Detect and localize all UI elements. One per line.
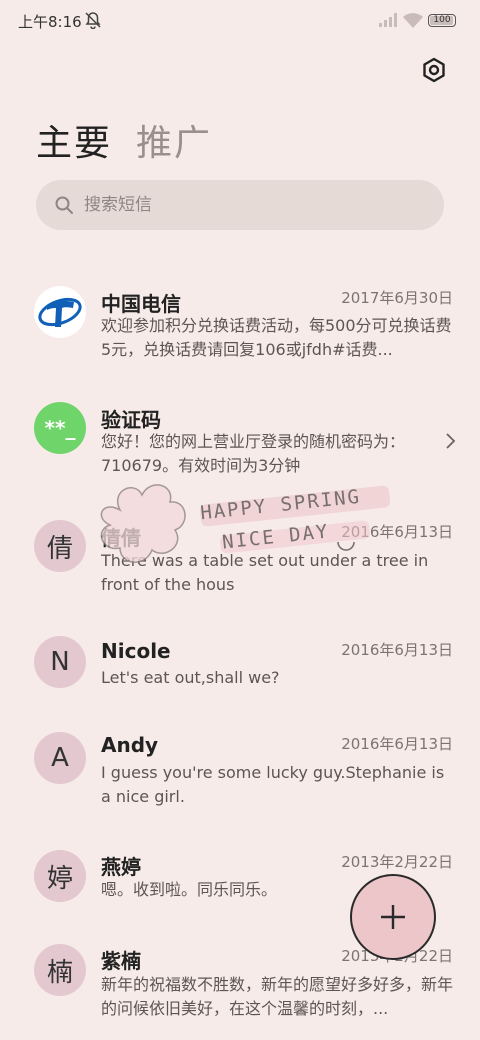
- wifi-icon: [403, 13, 423, 28]
- conversation-item[interactable]: 倩 倩倩 2016年6月13日 There was a table set ou…: [0, 518, 480, 608]
- settings-button[interactable]: [416, 52, 452, 88]
- contact-avatar: 楠: [34, 944, 86, 996]
- conversation-name: Nicole: [101, 639, 171, 663]
- conversation-preview: There was a table set out under a tree i…: [101, 551, 429, 594]
- mute-icon: [85, 12, 101, 29]
- conversation-date: 2016年6月13日: [341, 523, 453, 541]
- conversation-preview: 欢迎参加积分兑换话费活动，每500分可兑换话费5元，兑换话费请回复106或jfd…: [101, 316, 452, 359]
- new-message-button[interactable]: [350, 874, 436, 960]
- contact-avatar: A: [34, 732, 86, 784]
- conversation-item[interactable]: N Nicole 2016年6月13日 Let's eat out,shall …: [0, 636, 480, 706]
- telecom-logo-icon: [38, 297, 82, 327]
- status-bar: 上午8:16 100: [0, 0, 480, 40]
- gear-icon: [423, 57, 445, 83]
- search-input[interactable]: [84, 195, 404, 215]
- conversation-date: 2017年6月30日: [341, 289, 453, 307]
- china-telecom-logo-avatar: [34, 286, 86, 338]
- signal-icon: [379, 13, 397, 27]
- contact-avatar: N: [34, 636, 86, 688]
- search-bar[interactable]: [36, 180, 444, 230]
- verification-code-avatar: **_: [34, 402, 86, 454]
- contact-avatar: 倩: [34, 520, 86, 572]
- tab-primary[interactable]: 主要: [36, 114, 112, 166]
- plus-icon: [381, 905, 405, 929]
- conversation-name: 倩倩: [101, 526, 141, 550]
- conversation-preview: 嗯。收到啦。同乐同乐。: [101, 880, 278, 899]
- tab-bar: 主要 推广: [36, 114, 212, 166]
- battery-indicator: 100: [428, 14, 456, 27]
- conversation-date: 2013年2月22日: [341, 853, 453, 871]
- conversation-preview: 新年的祝福数不胜数，新年的愿望好多好多，新年的问候依旧美好，在这个温馨的时刻，.…: [101, 975, 454, 1018]
- chevron-right-icon[interactable]: [444, 432, 456, 450]
- conversation-item[interactable]: 中国电信 2017年6月30日 欢迎参加积分兑换话费活动，每500分可兑换话费5…: [0, 280, 480, 370]
- tab-promotions[interactable]: 推广: [136, 114, 212, 166]
- status-time: 上午8:16: [18, 13, 82, 31]
- conversation-item[interactable]: **_ 验证码 您好！您的网上营业厅登录的随机密码为：710679。有效时间为3…: [0, 400, 480, 490]
- conversation-name: 中国电信: [101, 292, 181, 316]
- conversation-name: Andy: [101, 733, 159, 757]
- conversation-name: 紫楠: [101, 949, 141, 973]
- messages-screen: 上午8:16 100 主要 推广 搜索短信 中国电信 2017年6月30日 欢迎…: [0, 0, 480, 1040]
- search-icon: [55, 196, 73, 214]
- contact-avatar: 婷: [34, 850, 86, 902]
- conversation-name: 验证码: [101, 408, 161, 432]
- conversation-preview: Let's eat out,shall we?: [101, 668, 280, 687]
- conversation-date: 2016年6月13日: [341, 641, 453, 659]
- battery-level: 100: [433, 15, 451, 25]
- conversation-item[interactable]: A Andy 2016年6月13日 I guess you're some lu…: [0, 730, 480, 820]
- conversation-preview: 您好！您的网上营业厅登录的随机密码为：710679。有效时间为3分钟: [101, 432, 406, 475]
- conversation-date: 2016年6月13日: [341, 735, 453, 753]
- conversation-name: 燕婷: [101, 855, 141, 879]
- conversation-preview: I guess you're some lucky guy.Stephanie …: [101, 763, 445, 806]
